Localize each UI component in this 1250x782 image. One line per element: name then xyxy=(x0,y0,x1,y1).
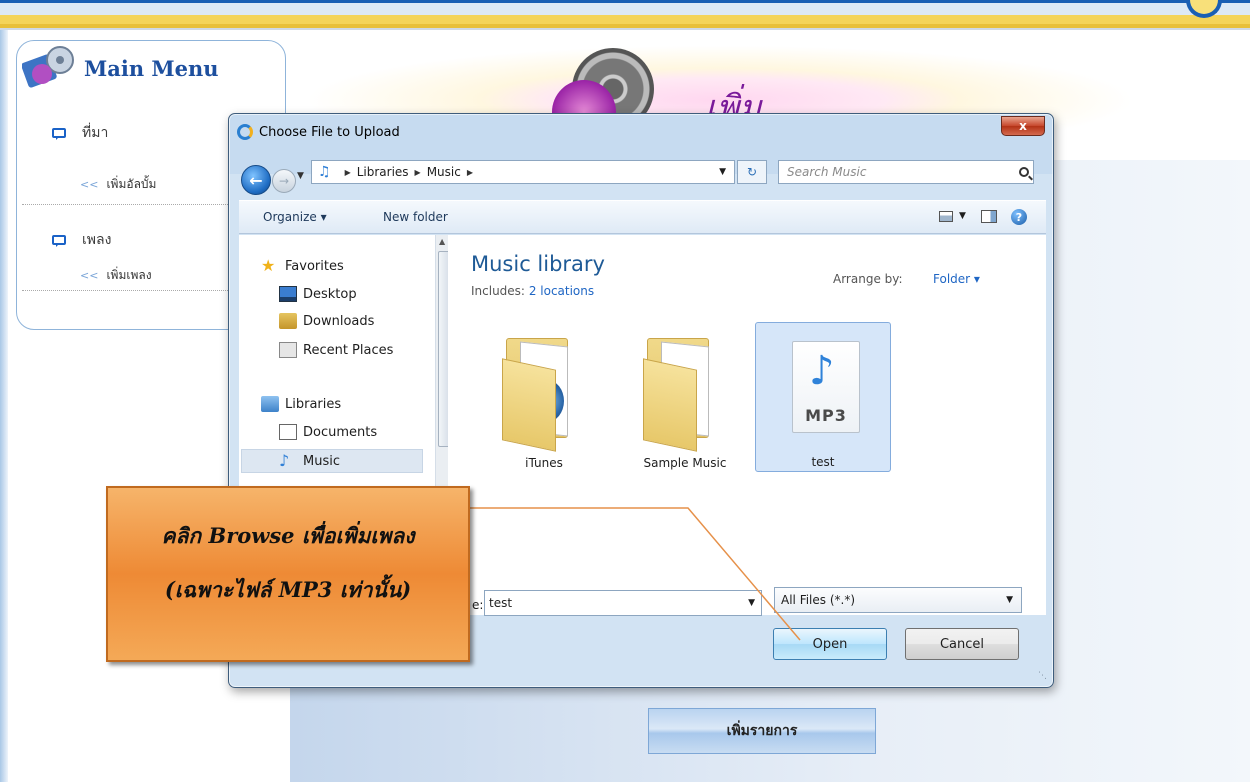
mp3-badge: MP3 xyxy=(805,406,847,425)
nav-item-label: Documents xyxy=(303,424,378,440)
dialog-title: Choose File to Upload xyxy=(259,125,400,140)
new-folder-button[interactable]: New folder xyxy=(383,210,448,224)
file-name: iTunes xyxy=(525,456,563,470)
preview-pane-icon[interactable] xyxy=(981,210,997,223)
callout-line-1: คลิก Browse เพื่อเพิ่มเพลง xyxy=(161,523,415,548)
back-arrow-icon[interactable]: ← xyxy=(241,165,271,195)
nav-item-music[interactable]: ♪ Music xyxy=(279,450,340,472)
breadcrumb-separator-icon: ▶ xyxy=(414,167,421,177)
libraries-icon xyxy=(261,396,279,412)
nav-item-favorites[interactable]: ★ Favorites xyxy=(261,255,344,277)
cancel-button[interactable]: Cancel xyxy=(905,628,1019,660)
nav-item-desktop[interactable]: Desktop xyxy=(279,283,357,305)
filename-input[interactable]: test ▼ xyxy=(484,590,762,616)
arrange-by-label: Arrange by: xyxy=(833,272,903,286)
nav-item-label: Desktop xyxy=(303,286,357,302)
menu-heading-label: เพลง xyxy=(82,232,112,248)
downloads-folder-icon xyxy=(279,313,297,329)
nav-item-libraries[interactable]: Libraries xyxy=(261,393,341,415)
nav-item-downloads[interactable]: Downloads xyxy=(279,310,374,332)
help-icon[interactable]: ? xyxy=(1011,209,1027,225)
search-icon[interactable] xyxy=(1019,167,1029,177)
address-bar[interactable]: ♫ ▶ Libraries ▶ Music ▶ ▼ xyxy=(311,160,735,184)
resize-grip-icon[interactable]: ⋱ xyxy=(1038,671,1047,681)
speech-bubble-icon xyxy=(52,235,66,247)
menu-link-label: เพิ่มอัลบั้ม xyxy=(106,177,157,191)
instruction-callout: คลิก Browse เพื่อเพิ่มเพลง (เฉพาะไฟล์ MP… xyxy=(106,486,470,662)
search-input[interactable]: Search Music xyxy=(778,160,1034,184)
speech-bubble-icon xyxy=(52,128,66,140)
nav-item-label: Music xyxy=(303,453,340,469)
filename-value: test xyxy=(489,596,513,610)
locations-link[interactable]: 2 locations xyxy=(529,284,594,298)
nav-item-label: Downloads xyxy=(303,313,375,329)
scroll-up-icon[interactable]: ▲ xyxy=(439,237,445,246)
open-button[interactable]: Open xyxy=(773,628,887,660)
top-banner-bar xyxy=(0,0,1250,30)
arrange-by-dropdown[interactable]: Folder ▾ xyxy=(933,272,980,286)
breadcrumb-libraries[interactable]: Libraries xyxy=(357,165,409,179)
nav-item-label: Libraries xyxy=(285,396,342,412)
chevron-down-icon[interactable]: ▼ xyxy=(748,598,755,608)
library-title: Music library xyxy=(471,252,605,276)
menu-heading-source[interactable]: ที่มา xyxy=(52,122,108,144)
includes-label: Includes: xyxy=(471,284,525,298)
organize-menu-button[interactable]: Organize ▾ xyxy=(263,210,327,224)
browser-logo-icon xyxy=(237,124,253,140)
menu-heading-song[interactable]: เพลง xyxy=(52,229,111,251)
file-type-value: All Files (*.*) xyxy=(781,593,856,607)
star-icon: ★ xyxy=(261,256,276,275)
menu-heading-label: ที่มา xyxy=(82,125,109,141)
nav-item-label: Recent Places xyxy=(303,342,394,358)
desktop-icon xyxy=(279,286,297,302)
menu-link-label: เพิ่มเพลง xyxy=(106,268,152,282)
music-note-icon: ♪ xyxy=(809,348,835,394)
close-button[interactable]: x xyxy=(1001,116,1045,136)
file-type-select[interactable]: All Files (*.*) ▼ xyxy=(774,587,1022,613)
recent-places-icon xyxy=(279,342,297,358)
menu-link-add-song[interactable]: << เพิ่มเพลง xyxy=(80,266,152,285)
forward-arrow-icon[interactable]: → xyxy=(272,169,296,193)
address-dropdown-icon[interactable]: ▼ xyxy=(719,167,726,177)
view-options-icon[interactable] xyxy=(939,211,953,222)
chevron-down-icon[interactable]: ▼ xyxy=(1006,595,1013,605)
file-tile-test[interactable]: ♪ MP3 test xyxy=(755,322,891,472)
music-note-icon: ♫ xyxy=(318,164,331,180)
file-name: test xyxy=(811,455,835,469)
mp3-file-icon: ♪ MP3 xyxy=(792,341,860,433)
menu-title: Main Menu xyxy=(84,56,219,81)
nav-item-label: Favorites xyxy=(285,258,344,274)
chevron-left-icon: << xyxy=(80,269,99,282)
view-dropdown-icon[interactable]: ▼ xyxy=(959,211,966,221)
chevron-left-icon: << xyxy=(80,178,99,191)
menu-logo-icon xyxy=(21,44,82,94)
callout-line-2: (เฉพาะไฟล์ MP3 เท่านั้น) xyxy=(164,577,412,602)
music-note-icon: ♪ xyxy=(279,451,290,470)
dialog-toolbar: Organize ▾ New folder ▼ ? xyxy=(239,200,1046,234)
add-item-button[interactable]: เพิ่มรายการ xyxy=(648,708,876,754)
breadcrumb-music[interactable]: Music xyxy=(427,165,461,179)
filename-label: e: xyxy=(472,598,484,612)
refresh-icon[interactable]: ↻ xyxy=(737,160,767,184)
nav-item-documents[interactable]: Documents xyxy=(279,421,377,443)
file-tile-itunes[interactable]: iTunes xyxy=(476,324,612,474)
breadcrumb-separator-icon: ▶ xyxy=(466,167,474,177)
file-tile-sample-music[interactable]: Sample Music xyxy=(617,324,753,474)
menu-link-add-album[interactable]: << เพิ่มอัลบั้ม xyxy=(80,175,156,194)
documents-icon xyxy=(279,424,297,440)
history-dropdown-icon[interactable]: ▼ xyxy=(297,171,304,181)
breadcrumb-separator-icon: ▶ xyxy=(344,167,351,177)
page-left-border xyxy=(0,30,8,782)
nav-item-recent-places[interactable]: Recent Places xyxy=(279,339,393,361)
file-name: Sample Music xyxy=(643,456,727,470)
library-includes: Includes: 2 locations xyxy=(471,284,594,298)
